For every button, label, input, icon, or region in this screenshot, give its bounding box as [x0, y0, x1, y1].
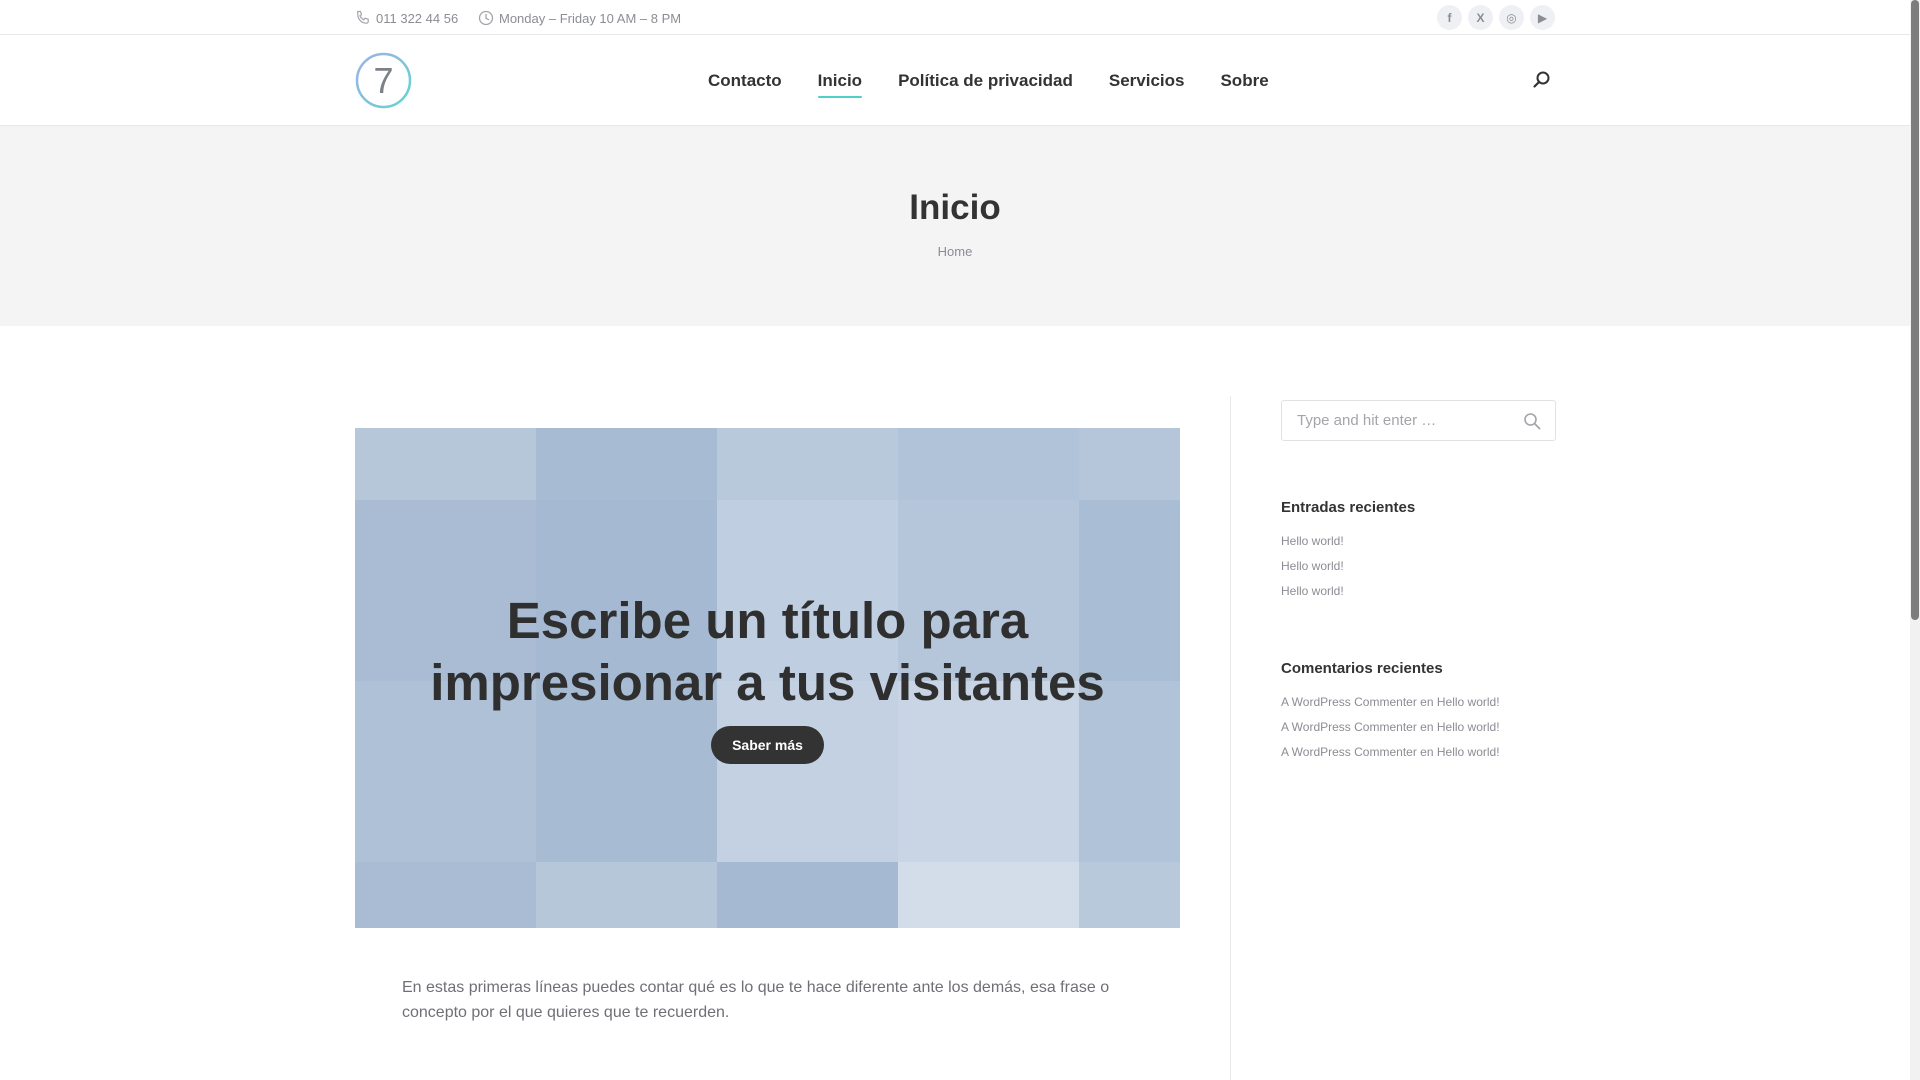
comment-post-link[interactable]: Hello world!: [1437, 695, 1500, 709]
recent-comments-list: A WordPress Commenter en Hello world! A …: [1281, 690, 1556, 765]
breadcrumb: Home: [0, 244, 1910, 259]
list-item: A WordPress Commenter en Hello world!: [1281, 690, 1556, 715]
sidebar: Entradas recientes Hello world! Hello wo…: [1281, 400, 1556, 765]
x-icon[interactable]: X: [1468, 5, 1493, 30]
hero-mosaic-tile: [898, 428, 1079, 500]
comment-author: A WordPress Commenter: [1281, 695, 1417, 709]
instagram-icon[interactable]: ◎: [1499, 5, 1524, 30]
search-input[interactable]: [1282, 412, 1502, 429]
intro-paragraph: En estas primeras líneas puedes contar q…: [402, 979, 1110, 1021]
facebook-icon[interactable]: f: [1437, 5, 1462, 30]
scrollbar-thumb[interactable]: [1911, 0, 1919, 620]
sidebar-search: [1281, 400, 1556, 441]
content-divider: [1230, 396, 1231, 1080]
hours-info: Monday – Friday 10 AM – 8 PM: [478, 10, 681, 26]
hero-mosaic-tile: [717, 428, 898, 500]
comment-separator: en: [1420, 720, 1434, 734]
recent-posts-title: Entradas recientes: [1281, 499, 1416, 516]
hero-mosaic-tile: [355, 862, 536, 928]
hero-mosaic-tile: [717, 862, 898, 928]
hero-banner: Escribe un título para impresionar a tus…: [355, 428, 1180, 928]
recent-comments-title: Comentarios recientes: [1281, 660, 1443, 677]
learn-more-button[interactable]: Saber más: [711, 726, 824, 764]
social-links: f X ◎ ▶: [1437, 5, 1555, 30]
main-nav: Contacto Inicio Política de privacidad S…: [708, 36, 1305, 126]
nav-item-inicio[interactable]: Inicio: [817, 71, 863, 98]
list-item: Hello world!: [1281, 554, 1556, 579]
list-item: Hello world!: [1281, 529, 1556, 554]
hero-mosaic-tile: [1079, 428, 1180, 500]
search-icon[interactable]: [1523, 412, 1541, 430]
hero-mosaic-tile: [898, 862, 1079, 928]
comment-author: A WordPress Commenter: [1281, 745, 1417, 759]
nav-item-servicios[interactable]: Servicios: [1109, 71, 1185, 91]
nav-item-sobre[interactable]: Sobre: [1220, 71, 1268, 91]
list-item: Hello world!: [1281, 579, 1556, 604]
logo-number: 7: [373, 60, 393, 101]
page-title-band: Inicio Home: [0, 126, 1910, 326]
page-title: Inicio: [909, 188, 1001, 227]
comment-post-link[interactable]: Hello world!: [1437, 745, 1500, 759]
phone-number: 011 322 44 56: [376, 10, 459, 26]
opening-hours: Monday – Friday 10 AM – 8 PM: [499, 10, 682, 26]
phone-info: 011 322 44 56: [355, 10, 458, 26]
hero-heading: Escribe un título para impresionar a tus…: [430, 592, 1105, 711]
hero-mosaic-tile: [355, 428, 536, 500]
list-item: A WordPress Commenter en Hello world!: [1281, 740, 1556, 765]
hero-mosaic-tile: [536, 428, 717, 500]
list-item: A WordPress Commenter en Hello world!: [1281, 715, 1556, 740]
site-logo[interactable]: 7: [355, 52, 412, 109]
hero-mosaic-tile: [536, 862, 717, 928]
search-icon[interactable]: [1532, 70, 1552, 90]
top-bar: 011 322 44 56 Monday – Friday 10 AM – 8 …: [0, 0, 1910, 35]
recent-posts-list: Hello world! Hello world! Hello world!: [1281, 529, 1556, 604]
scrollbar[interactable]: [1910, 0, 1920, 1080]
site-header: 7 Contacto Inicio Política de privacidad…: [0, 36, 1910, 126]
youtube-icon[interactable]: ▶: [1530, 5, 1555, 30]
clock-icon: [478, 10, 494, 26]
nav-item-privacidad[interactable]: Política de privacidad: [898, 71, 1073, 91]
comment-separator: en: [1420, 695, 1434, 709]
phone-icon: [356, 10, 369, 24]
hero-mosaic-tile: [1079, 862, 1180, 928]
comment-author: A WordPress Commenter: [1281, 720, 1417, 734]
breadcrumb-home[interactable]: Home: [938, 244, 973, 259]
comment-post-link[interactable]: Hello world!: [1437, 720, 1500, 734]
nav-item-contacto[interactable]: Contacto: [708, 71, 782, 91]
recent-post-link[interactable]: Hello world!: [1281, 584, 1344, 598]
recent-post-link[interactable]: Hello world!: [1281, 559, 1344, 573]
recent-post-link[interactable]: Hello world!: [1281, 534, 1344, 548]
comment-separator: en: [1420, 745, 1434, 759]
